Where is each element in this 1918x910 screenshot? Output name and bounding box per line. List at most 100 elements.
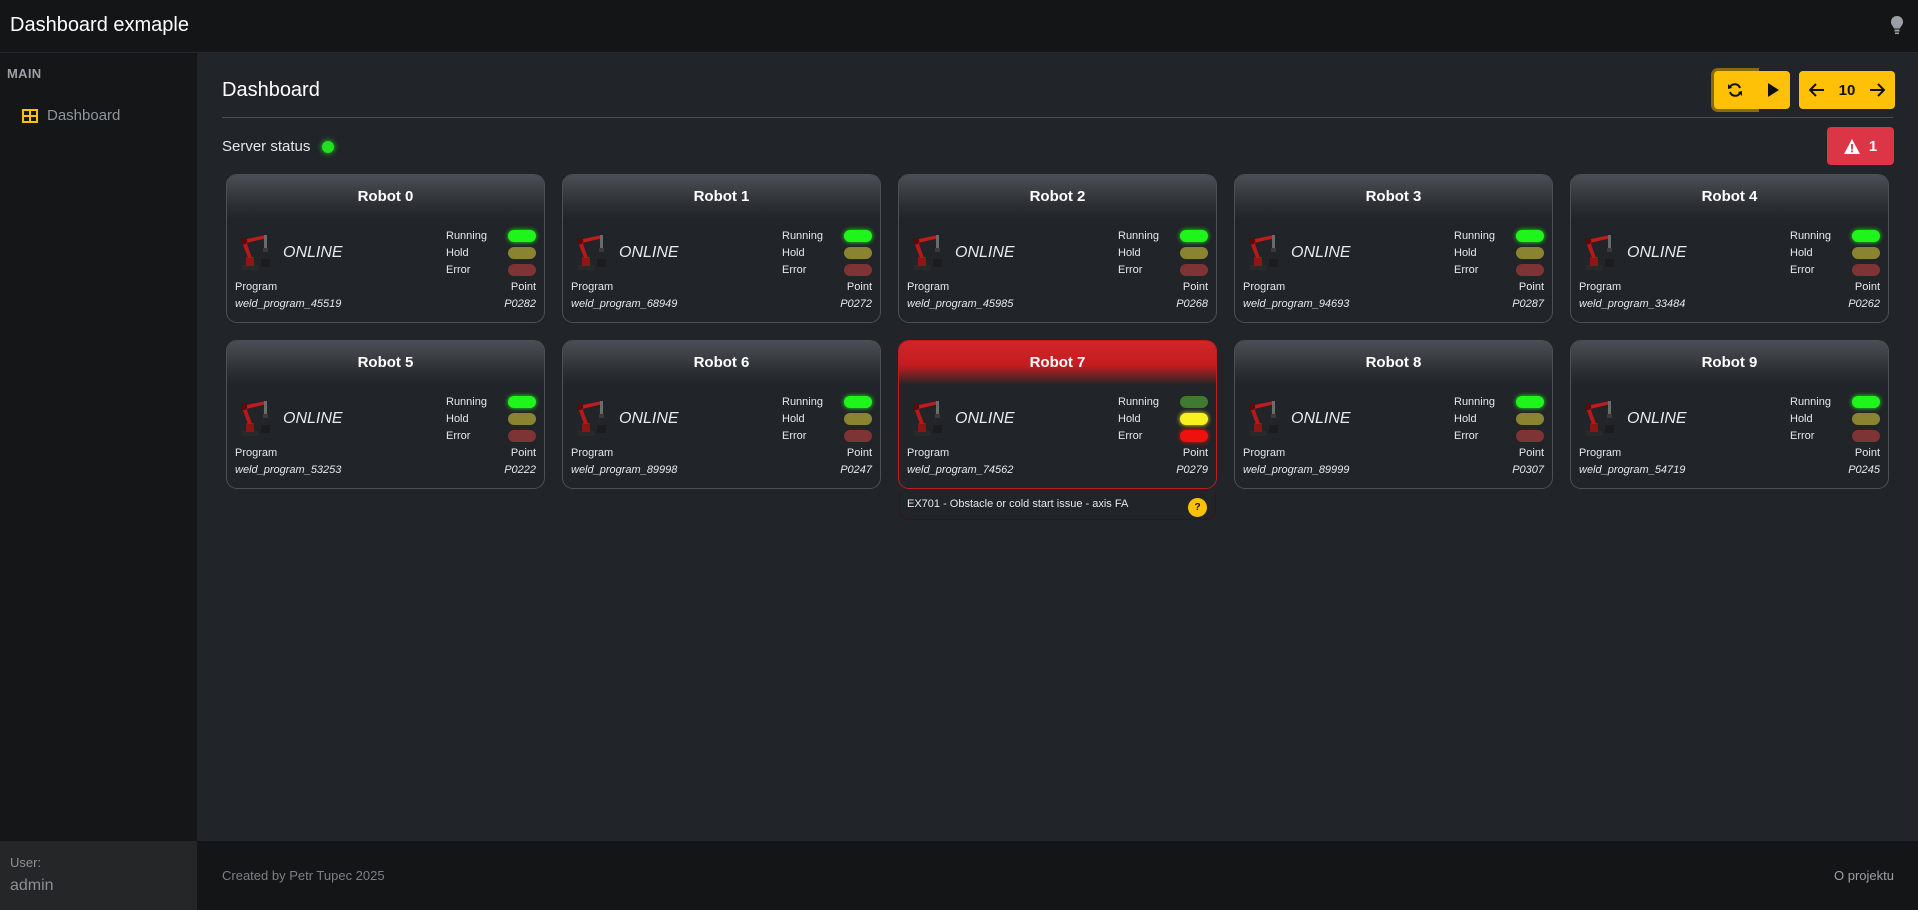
running-led (1516, 395, 1544, 408)
hold-label: Hold (446, 246, 469, 259)
running-label: Running (782, 229, 823, 242)
program-label: Program (1243, 447, 1286, 459)
app-title: Dashboard exmaple (10, 14, 189, 36)
help-icon[interactable]: ? (1188, 498, 1207, 517)
program-label: Program (571, 281, 614, 293)
error-led (508, 263, 536, 276)
running-led (844, 229, 872, 242)
alert-count: 1 (1868, 137, 1878, 155)
about-link[interactable]: O projektu (1834, 868, 1894, 883)
program-label: Program (1579, 447, 1622, 459)
user-name: admin (10, 877, 54, 894)
user-label: User: (10, 855, 42, 870)
program-value-row: weld_program_89998 P0247 (571, 464, 872, 476)
robot-card[interactable]: Robot 4 ONLINE Running Hold Error Progra… (1570, 174, 1889, 323)
hold-label: Hold (1790, 246, 1813, 259)
robot-card[interactable]: Robot 6 ONLINE Running Hold Error Progra… (562, 340, 881, 489)
running-label: Running (1790, 395, 1831, 408)
user-box: User: admin (0, 841, 197, 910)
program-label: Program (907, 281, 950, 293)
program-name: weld_program_74562 (907, 464, 1014, 476)
program-name: weld_program_68949 (571, 298, 678, 310)
robot-card[interactable]: Robot 1 ONLINE Running Hold Error Progra… (562, 174, 881, 323)
program-name: weld_program_45985 (907, 298, 1014, 310)
robot-name: Robot 5 (227, 341, 544, 385)
robot-card[interactable]: Robot 0 ONLINE Running Hold Error Progra… (226, 174, 545, 323)
status-leds: Running Hold Error (1118, 393, 1208, 444)
arrow-right-icon (1870, 83, 1885, 97)
running-label: Running (782, 395, 823, 408)
point-value: P0268 (1176, 298, 1208, 310)
robot-status: ONLINE (1291, 410, 1351, 427)
running-row: Running (782, 393, 872, 410)
server-status-label: Server status (222, 138, 311, 155)
robot-card[interactable]: Robot 9 ONLINE Running Hold Error Progra… (1570, 340, 1889, 489)
hold-row: Hold (1790, 410, 1880, 427)
robot-arm-icon (240, 235, 270, 270)
robot-name: Robot 4 (1571, 175, 1888, 219)
error-label: Error (446, 263, 471, 276)
robot-name: Robot 9 (1571, 341, 1888, 385)
sidebar-item-dashboard[interactable]: Dashboard (22, 107, 120, 124)
error-label: Error (782, 263, 807, 276)
program-header-row: Program Point (235, 447, 536, 459)
error-row: Error (1118, 261, 1208, 278)
hold-row: Hold (782, 410, 872, 427)
hold-led (844, 246, 872, 259)
robot-card[interactable]: Robot 3 ONLINE Running Hold Error Progra… (1234, 174, 1553, 323)
running-row: Running (1118, 227, 1208, 244)
error-row: Error (1454, 427, 1544, 444)
prev-page-button[interactable] (1799, 71, 1835, 109)
robot-grid: Robot 0 ONLINE Running Hold Error Progra… (226, 174, 1890, 520)
robot-arm-icon (576, 235, 606, 270)
running-led (508, 395, 536, 408)
robot-card[interactable]: Robot 7 ONLINE Running Hold Error Progra… (898, 340, 1217, 520)
running-led (844, 395, 872, 408)
robot-card[interactable]: Robot 8 ONLINE Running Hold Error Progra… (1234, 340, 1553, 489)
program-name: weld_program_53253 (235, 464, 342, 476)
hold-label: Hold (1790, 412, 1813, 425)
robot-card[interactable]: Robot 2 ONLINE Running Hold Error Progra… (898, 174, 1217, 323)
robot-arm-icon (1248, 401, 1278, 436)
robot-name: Robot 8 (1235, 341, 1552, 385)
program-header-row: Program Point (907, 281, 1208, 293)
top-bar: Dashboard exmaple (0, 0, 1918, 53)
running-row: Running (446, 393, 536, 410)
next-page-button[interactable] (1859, 71, 1895, 109)
robot-status: ONLINE (1291, 244, 1351, 261)
hold-label: Hold (1454, 412, 1477, 425)
robot-name: Robot 1 (563, 175, 880, 219)
error-label: Error (1118, 429, 1143, 442)
program-label: Program (235, 281, 278, 293)
hold-label: Hold (1454, 246, 1477, 259)
robot-arm-icon (1584, 401, 1614, 436)
alerts-button[interactable]: 1 (1827, 127, 1894, 165)
warning-icon (1843, 138, 1860, 154)
point-value: P0247 (840, 464, 872, 476)
robot-status: ONLINE (619, 410, 679, 427)
point-label: Point (510, 281, 536, 293)
hold-label: Hold (446, 412, 469, 425)
running-led (1852, 395, 1880, 408)
robot-name: Robot 6 (563, 341, 880, 385)
lightbulb-icon[interactable] (1890, 15, 1904, 35)
running-row: Running (446, 227, 536, 244)
hold-row: Hold (446, 410, 536, 427)
program-header-row: Program Point (1579, 281, 1880, 293)
page-title: Dashboard (222, 79, 320, 101)
status-leds: Running Hold Error (1790, 227, 1880, 278)
robot-arm-icon (240, 401, 270, 436)
refresh-button[interactable] (1714, 71, 1756, 109)
running-led (1852, 229, 1880, 242)
point-value: P0245 (1848, 464, 1880, 476)
hold-led (1516, 246, 1544, 259)
play-button[interactable] (1756, 71, 1790, 109)
error-led (508, 429, 536, 442)
hold-row: Hold (446, 244, 536, 261)
robot-card[interactable]: Robot 5 ONLINE Running Hold Error Progra… (226, 340, 545, 489)
program-value-row: weld_program_33484 P0262 (1579, 298, 1880, 310)
program-value-row: weld_program_94693 P0287 (1243, 298, 1544, 310)
point-label: Point (1518, 281, 1544, 293)
running-label: Running (1118, 395, 1159, 408)
program-header-row: Program Point (1579, 447, 1880, 459)
